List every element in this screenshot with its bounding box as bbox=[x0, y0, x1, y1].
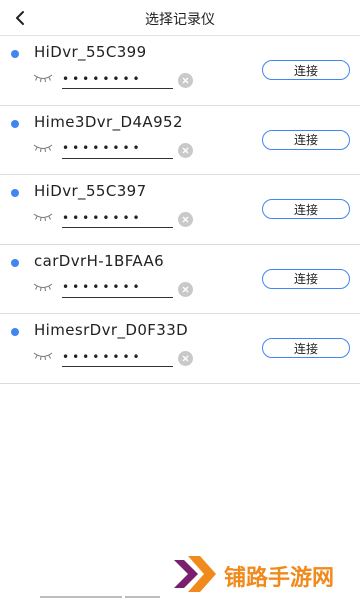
device-name: Hime3Dvr_D4A952 bbox=[34, 112, 183, 131]
password-input[interactable] bbox=[62, 138, 173, 159]
page-title: 选择记录仪 bbox=[145, 12, 215, 28]
status-dot-icon bbox=[11, 189, 19, 197]
header: 选择记录仪 bbox=[0, 0, 360, 36]
device-name: HiDvr_55C399 bbox=[34, 43, 147, 61]
password-input[interactable] bbox=[62, 347, 173, 367]
watermark-text: 铺路手游网 bbox=[224, 566, 335, 591]
page: 选择记录仪 HiDvr_55C399 连接 Hime3Dvr_D4A952 bbox=[0, 0, 360, 600]
eye-closed-icon[interactable] bbox=[33, 282, 53, 292]
connect-button[interactable]: 连接 bbox=[262, 60, 350, 80]
device-name: carDvrH-1BFAA6 bbox=[34, 251, 165, 270]
clear-icon[interactable] bbox=[178, 142, 193, 158]
watermark: 铺路手游网 bbox=[172, 552, 352, 594]
connect-button[interactable]: 连接 bbox=[262, 129, 350, 150]
device-list: HiDvr_55C399 连接 Hime3Dvr_D4A952 bbox=[0, 36, 360, 384]
password-input[interactable] bbox=[62, 69, 173, 89]
connect-button[interactable]: 连接 bbox=[262, 268, 350, 289]
clear-icon[interactable] bbox=[178, 73, 193, 88]
status-dot-icon bbox=[11, 328, 19, 336]
watermark-logo-icon bbox=[174, 556, 216, 592]
device-row: Hime3Dvr_D4A952 连接 bbox=[0, 106, 360, 175]
home-indicator-right bbox=[125, 596, 160, 598]
clear-icon[interactable] bbox=[178, 212, 193, 227]
eye-closed-icon[interactable] bbox=[33, 143, 53, 153]
eye-closed-icon[interactable] bbox=[33, 73, 53, 83]
device-row: HimesrDvr_D0F33D 连接 bbox=[0, 314, 360, 384]
device-row: HiDvr_55C399 连接 bbox=[0, 36, 360, 106]
clear-icon[interactable] bbox=[178, 281, 193, 297]
device-name: HimesrDvr_D0F33D bbox=[34, 321, 189, 339]
status-dot-icon bbox=[11, 119, 19, 128]
home-indicator-left bbox=[40, 596, 122, 598]
eye-closed-icon[interactable] bbox=[33, 212, 53, 222]
status-dot-icon bbox=[11, 258, 19, 267]
status-dot-icon bbox=[11, 50, 19, 58]
connect-button[interactable]: 连接 bbox=[262, 338, 350, 358]
clear-icon[interactable] bbox=[178, 351, 193, 366]
device-name: HiDvr_55C397 bbox=[34, 182, 147, 200]
device-row: carDvrH-1BFAA6 连接 bbox=[0, 245, 360, 314]
password-input[interactable] bbox=[62, 208, 173, 228]
connect-button[interactable]: 连接 bbox=[262, 199, 350, 219]
eye-closed-icon[interactable] bbox=[33, 351, 53, 361]
password-input[interactable] bbox=[62, 277, 173, 298]
device-row: HiDvr_55C397 连接 bbox=[0, 175, 360, 245]
